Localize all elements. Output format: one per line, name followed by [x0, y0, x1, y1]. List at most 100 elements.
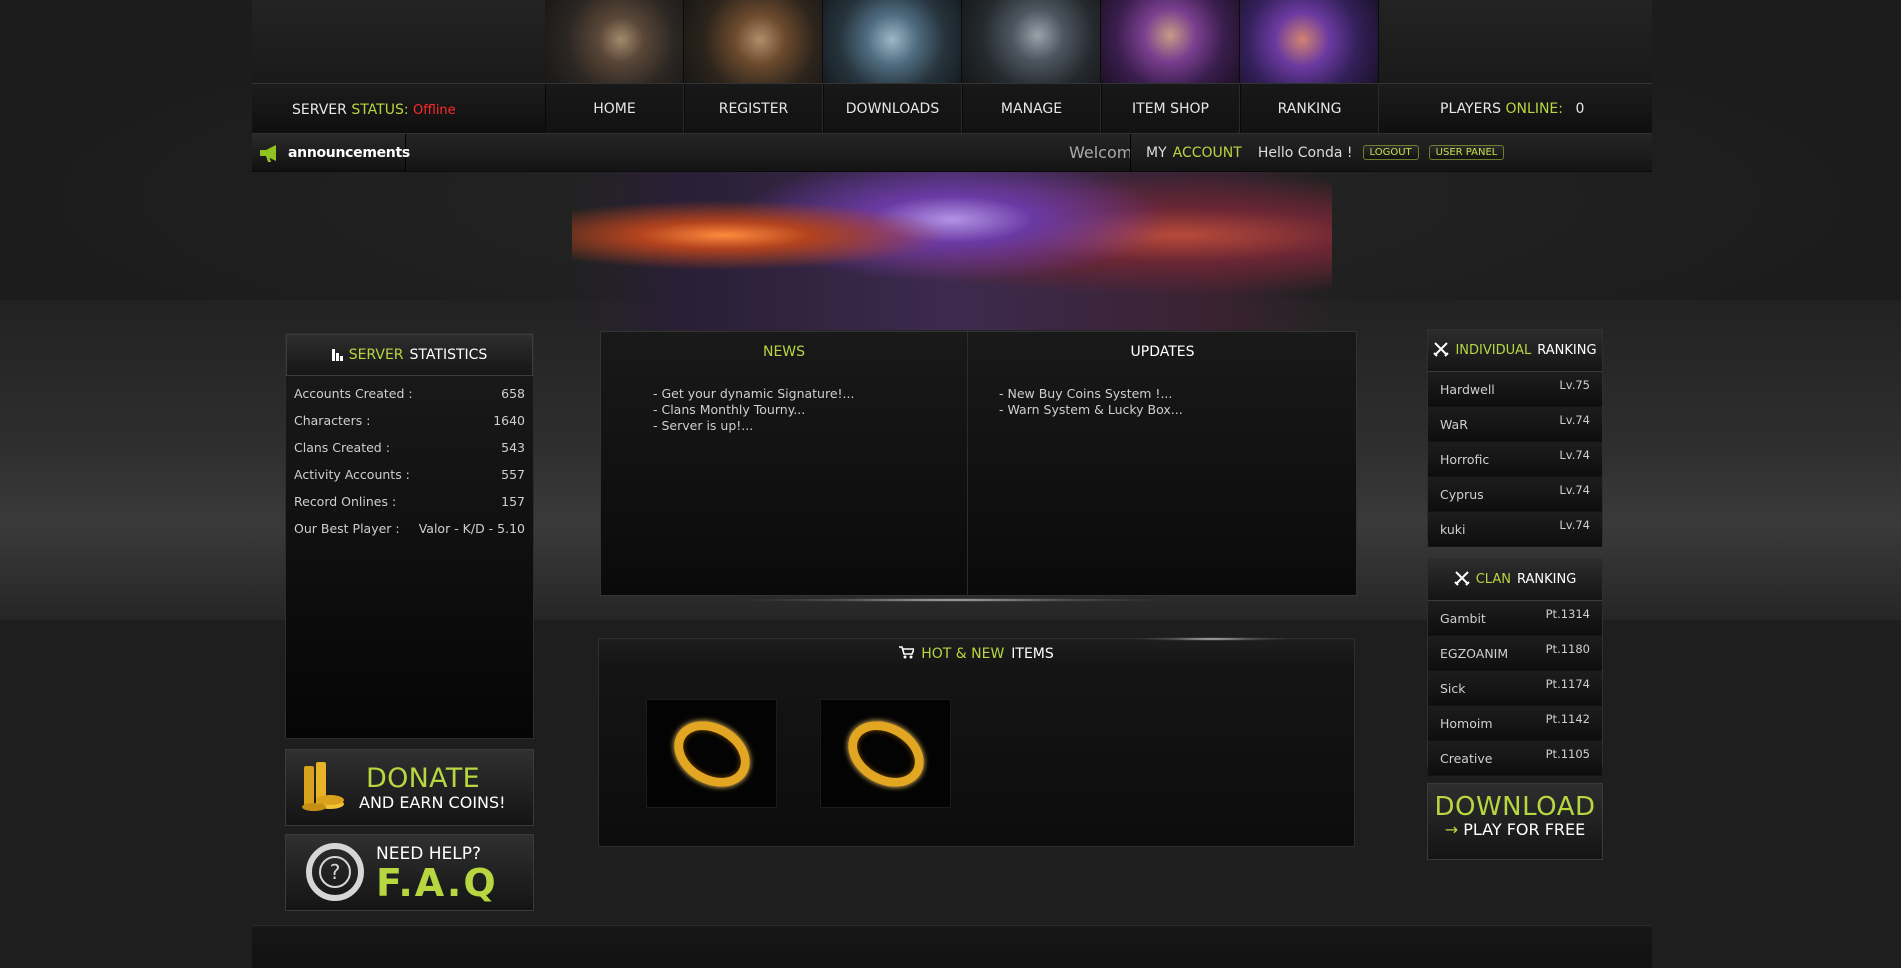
stat-label: Characters : — [294, 413, 371, 428]
nav-downloads[interactable]: DOWNLOADS — [823, 84, 962, 134]
players-online-count: 0 — [1575, 101, 1585, 117]
announcements-label: announcements — [288, 144, 410, 161]
updates-column: UPDATES - New Buy Coins System !... - Wa… — [969, 332, 1356, 595]
crossed-swords-icon — [1433, 341, 1450, 361]
user-panel-button[interactable]: USER PANEL — [1428, 145, 1505, 160]
news-column: NEWS - Get your dynamic Signature!... - … — [601, 332, 968, 595]
cart-icon — [899, 645, 916, 663]
news-item[interactable]: - Server is up!... — [653, 418, 967, 434]
welcome-marquee: Welcom — [1069, 143, 1133, 162]
hello-user: Hello Conda ! — [1257, 144, 1353, 161]
donate-title: DONATE — [366, 763, 480, 794]
ranking-row[interactable]: Cyprus Lv.74 — [1428, 477, 1602, 512]
faq-title: F.A.Q — [376, 861, 498, 905]
download-banner[interactable]: DOWNLOAD → PLAY FOR FREE — [1427, 783, 1603, 860]
server-statistics-panel: SERVER STATISTICS Accounts Created : 658 … — [285, 333, 534, 739]
news-list: - Get your dynamic Signature!... - Clans… — [601, 386, 967, 434]
donate-subtitle: AND EARN COINS! — [359, 793, 506, 812]
stat-row: Our Best Player : Valor - K/D - 5.10 — [286, 515, 533, 542]
nav-item-shop[interactable]: ITEM SHOP — [1101, 84, 1240, 134]
footer — [252, 925, 1652, 968]
update-item[interactable]: - New Buy Coins System !... — [999, 386, 1356, 402]
download-subtitle-line: → PLAY FOR FREE — [1428, 820, 1602, 839]
gold-ring-icon — [661, 707, 762, 800]
player-name: Cyprus — [1440, 486, 1484, 502]
faq-banner[interactable]: ? NEED HELP? F.A.Q — [285, 834, 534, 911]
stat-row: Activity Accounts : 557 — [286, 461, 533, 488]
player-level: Lv.74 — [1559, 518, 1590, 532]
server-status-label-2: STATUS: — [351, 102, 409, 118]
clan-ranking-header: CLAN RANKING — [1428, 559, 1602, 601]
stat-row: Accounts Created : 658 — [286, 380, 533, 407]
individual-ranking-title-1: INDIVIDUAL — [1455, 343, 1532, 358]
announcement-bar: announcements Welcom MY ACCOUNT Hello Co… — [252, 133, 1652, 172]
logout-button[interactable]: LOGOUT — [1362, 145, 1419, 160]
player-level: Lv.74 — [1559, 483, 1590, 497]
announcements-tab[interactable]: announcements — [252, 134, 410, 171]
item-card[interactable] — [820, 699, 951, 808]
nav-register[interactable]: REGISTER — [684, 84, 823, 134]
hot-items-title-1: HOT & NEW — [921, 646, 1005, 662]
item-card[interactable] — [646, 699, 777, 808]
donate-banner[interactable]: DONATE AND EARN COINS! — [285, 749, 534, 826]
download-title: DOWNLOAD — [1434, 792, 1596, 822]
individual-ranking-title-2: RANKING — [1537, 343, 1597, 358]
server-statistics-header: SERVER STATISTICS — [286, 334, 533, 376]
stat-value: Valor - K/D - 5.10 — [418, 521, 525, 536]
character-portrait-4 — [962, 0, 1101, 88]
clan-ranking-title-2: RANKING — [1516, 572, 1577, 587]
players-label-2: ONLINE: — [1505, 101, 1563, 117]
clan-row[interactable]: Gambit Pt.1314 — [1428, 601, 1602, 636]
clan-row[interactable]: Creative Pt.1105 — [1428, 741, 1602, 776]
coins-icon — [300, 760, 346, 812]
divider-glow — [1132, 637, 1292, 641]
nav-menu: HOME REGISTER DOWNLOADS MANAGE ITEM SHOP… — [545, 84, 1379, 134]
ranking-row[interactable]: kuki Lv.74 — [1428, 512, 1602, 547]
character-portrait-1 — [545, 0, 684, 88]
hot-items-header: HOT & NEW ITEMS — [599, 639, 1354, 669]
character-portrait-5 — [1101, 0, 1240, 88]
news-updates-panel: NEWS - Get your dynamic Signature!... - … — [600, 331, 1357, 596]
stat-label: Clans Created : — [294, 440, 390, 455]
hot-items-title-2: ITEMS — [1011, 646, 1054, 662]
crossed-swords-icon — [1454, 570, 1470, 590]
stat-value: 557 — [501, 467, 525, 482]
stat-label: Record Onlines : — [294, 494, 397, 509]
clan-name: Homoim — [1440, 715, 1493, 731]
stat-value: 1640 — [493, 413, 525, 428]
update-item[interactable]: - Warn System & Lucky Box... — [999, 402, 1356, 418]
nav-manage[interactable]: MANAGE — [962, 84, 1101, 134]
server-status: SERVER STATUS: Offline — [292, 102, 456, 118]
player-level: Lv.74 — [1559, 448, 1590, 462]
download-subtitle: PLAY FOR FREE — [1463, 820, 1586, 839]
ranking-row[interactable]: Hardwell Lv.75 — [1428, 372, 1602, 407]
player-name: Horrofic — [1440, 451, 1490, 467]
statistics-title-1: SERVER — [348, 347, 404, 363]
stat-label: Accounts Created : — [294, 386, 413, 401]
updates-list: - New Buy Coins System !... - Warn Syste… — [969, 386, 1356, 418]
clan-row[interactable]: EGZOANIM Pt.1180 — [1428, 636, 1602, 671]
ranking-row[interactable]: Horrofic Lv.74 — [1428, 442, 1602, 477]
stat-value: 543 — [501, 440, 525, 455]
players-online: PLAYERS ONLINE: 0 — [1440, 101, 1584, 117]
character-portrait-6 — [1240, 0, 1379, 88]
nav-home[interactable]: HOME — [545, 84, 684, 134]
stat-row: Characters : 1640 — [286, 407, 533, 434]
clan-row[interactable]: Homoim Pt.1142 — [1428, 706, 1602, 741]
ranking-row[interactable]: WaR Lv.74 — [1428, 407, 1602, 442]
news-item[interactable]: - Get your dynamic Signature!... — [653, 386, 967, 402]
clan-ranking-title-1: CLAN — [1475, 572, 1511, 587]
news-item[interactable]: - Clans Monthly Tourny... — [653, 402, 967, 418]
divider-glow — [732, 598, 1172, 602]
player-level: Lv.74 — [1559, 413, 1590, 427]
arrow-right-icon: → — [1444, 820, 1459, 839]
hero-banner-image — [572, 172, 1332, 330]
clan-points: Pt.1105 — [1545, 747, 1590, 761]
clan-points: Pt.1314 — [1545, 607, 1590, 621]
clan-row[interactable]: Sick Pt.1174 — [1428, 671, 1602, 706]
main-nav-bar: SERVER STATUS: Offline HOME REGISTER DOW… — [252, 83, 1652, 134]
updates-header: UPDATES — [1130, 344, 1195, 360]
individual-ranking-header: INDIVIDUAL RANKING — [1428, 330, 1602, 372]
nav-ranking[interactable]: RANKING — [1240, 84, 1379, 134]
clan-points: Pt.1180 — [1545, 642, 1590, 656]
